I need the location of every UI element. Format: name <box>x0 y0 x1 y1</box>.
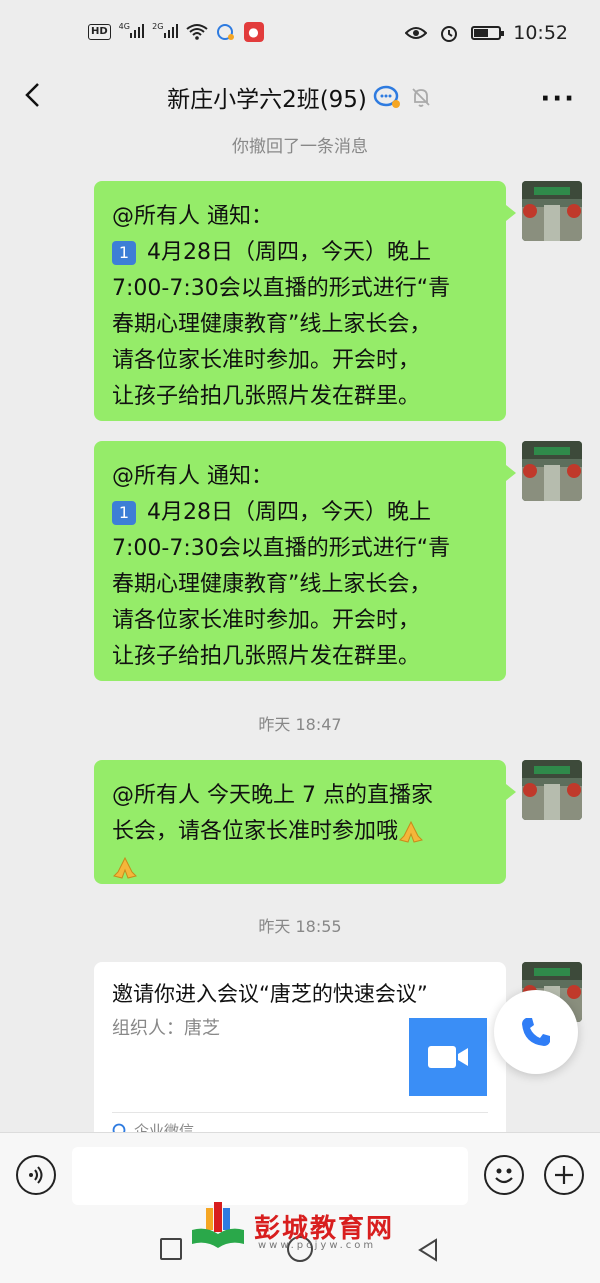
chat-header: 新庄小学六2班(95) ··· <box>0 68 600 124</box>
mic-recording-icon: ● <box>243 22 264 42</box>
wifi-icon <box>185 24 208 40</box>
more-functions-button[interactable] <box>544 1155 584 1195</box>
video-camera-icon <box>409 1018 487 1096</box>
watermark-text: 彭城教育网 <box>254 1213 395 1244</box>
avatar[interactable] <box>522 760 582 820</box>
clock-time: 10:52 <box>513 22 568 44</box>
eye-comfort-icon <box>405 27 428 39</box>
status-icons-left: HD 4G 2G ● <box>88 22 264 42</box>
timestamp: 昨天 18:47 <box>258 715 342 734</box>
number-one-badge-icon: 1 <box>112 501 136 525</box>
mute-bell-icon <box>412 88 430 107</box>
alarm-icon <box>441 26 458 42</box>
smiley-icon <box>495 1168 513 1184</box>
recalled-message-notice: 你撤回了一条消息 <box>232 137 368 157</box>
phone-icon <box>522 1018 550 1046</box>
meeting-organizer: 组织人：唐芝 <box>112 1018 220 1039</box>
wework-group-icon <box>373 85 400 108</box>
battery-icon <box>471 26 505 40</box>
timestamp: 昨天 18:55 <box>258 917 342 936</box>
more-options-icon[interactable]: ··· <box>540 84 576 114</box>
number-one-badge-icon: 1 <box>112 241 136 265</box>
meeting-invite-card[interactable]: 邀请你进入会议“唐芝的快速会议” 组织人：唐芝 企业微信 <box>94 962 506 1142</box>
call-button[interactable] <box>494 990 578 1074</box>
recent-apps-button[interactable] <box>160 1238 182 1260</box>
plus-icon <box>555 1166 573 1184</box>
status-icons-right: 10:52 <box>405 22 568 44</box>
avatar[interactable] <box>522 181 582 241</box>
meeting-card-title: 邀请你进入会议“唐芝的快速会议” <box>112 982 428 1006</box>
book-logo-icon <box>192 1202 244 1248</box>
site-watermark: 彭城教育网 www.pcjyw.com <box>188 1196 428 1256</box>
avatar[interactable] <box>522 441 582 501</box>
emoji-button[interactable] <box>484 1155 524 1195</box>
signal-2-icon: 2G <box>152 22 178 42</box>
signal-1-icon: 4G <box>119 22 145 42</box>
chat-bubble-2[interactable]: @所有人 通知： 1 4月28日（周四，今天）晚上 7:00-7:30会以直播的… <box>94 441 516 681</box>
praying-hands-emoji-icon <box>399 820 423 843</box>
chat-app-notification-icon <box>216 24 234 40</box>
chat-bubble-3[interactable]: @所有人 今天晚上 7 点的直播家 长会，请各位家长准时参加哦 <box>94 760 516 884</box>
voice-input-button[interactable] <box>16 1155 56 1195</box>
hd-indicator: HD <box>88 24 111 40</box>
divider <box>112 1112 488 1113</box>
chat-bubble-1[interactable]: @所有人 通知： 1 4月28日（周四，今天）晚上 7:00-7:30会以直播的… <box>94 181 516 421</box>
watermark-url: www.pcjyw.com <box>258 1240 377 1251</box>
chat-title: 新庄小学六2班(95) <box>167 87 367 113</box>
voice-icon <box>29 1166 43 1184</box>
status-bar: HD 4G 2G ● 10:52 <box>0 0 600 70</box>
praying-hands-emoji-icon <box>113 856 137 879</box>
